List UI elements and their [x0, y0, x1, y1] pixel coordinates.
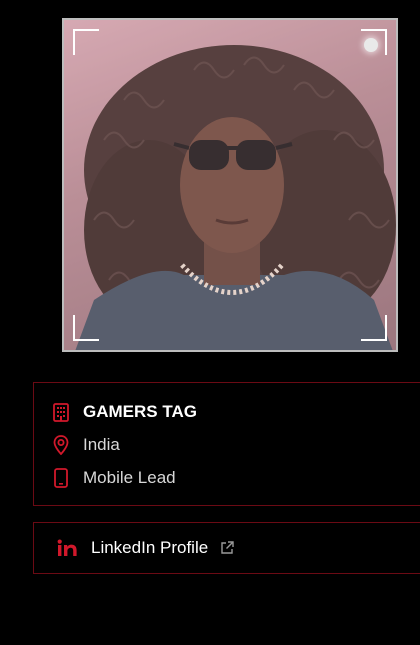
frame-corner-bottom-left — [73, 315, 99, 341]
record-indicator-icon — [364, 38, 378, 52]
location-text: India — [83, 435, 120, 454]
company-row: GAMERS TAG — [52, 399, 197, 425]
frame-corner-bottom-right — [361, 315, 387, 341]
map-pin-icon — [52, 435, 70, 455]
linkedin-label[interactable]: LinkedIn Profile — [91, 538, 208, 558]
portrait-image — [64, 20, 396, 350]
company-name: GAMERS TAG — [83, 402, 197, 421]
profile-photo — [62, 18, 398, 352]
role-row: Mobile Lead — [52, 465, 176, 491]
linkedin-link[interactable]: LinkedIn Profile — [33, 522, 420, 574]
profile-info-card: GAMERS TAG India Mobile Lead — [33, 382, 420, 506]
location-row: India — [52, 432, 120, 458]
role-text: Mobile Lead — [83, 468, 176, 487]
external-link-icon — [220, 540, 236, 556]
smartphone-icon — [52, 468, 70, 488]
linkedin-icon — [57, 538, 79, 558]
frame-corner-top-left — [73, 29, 99, 55]
building-icon — [52, 402, 70, 422]
